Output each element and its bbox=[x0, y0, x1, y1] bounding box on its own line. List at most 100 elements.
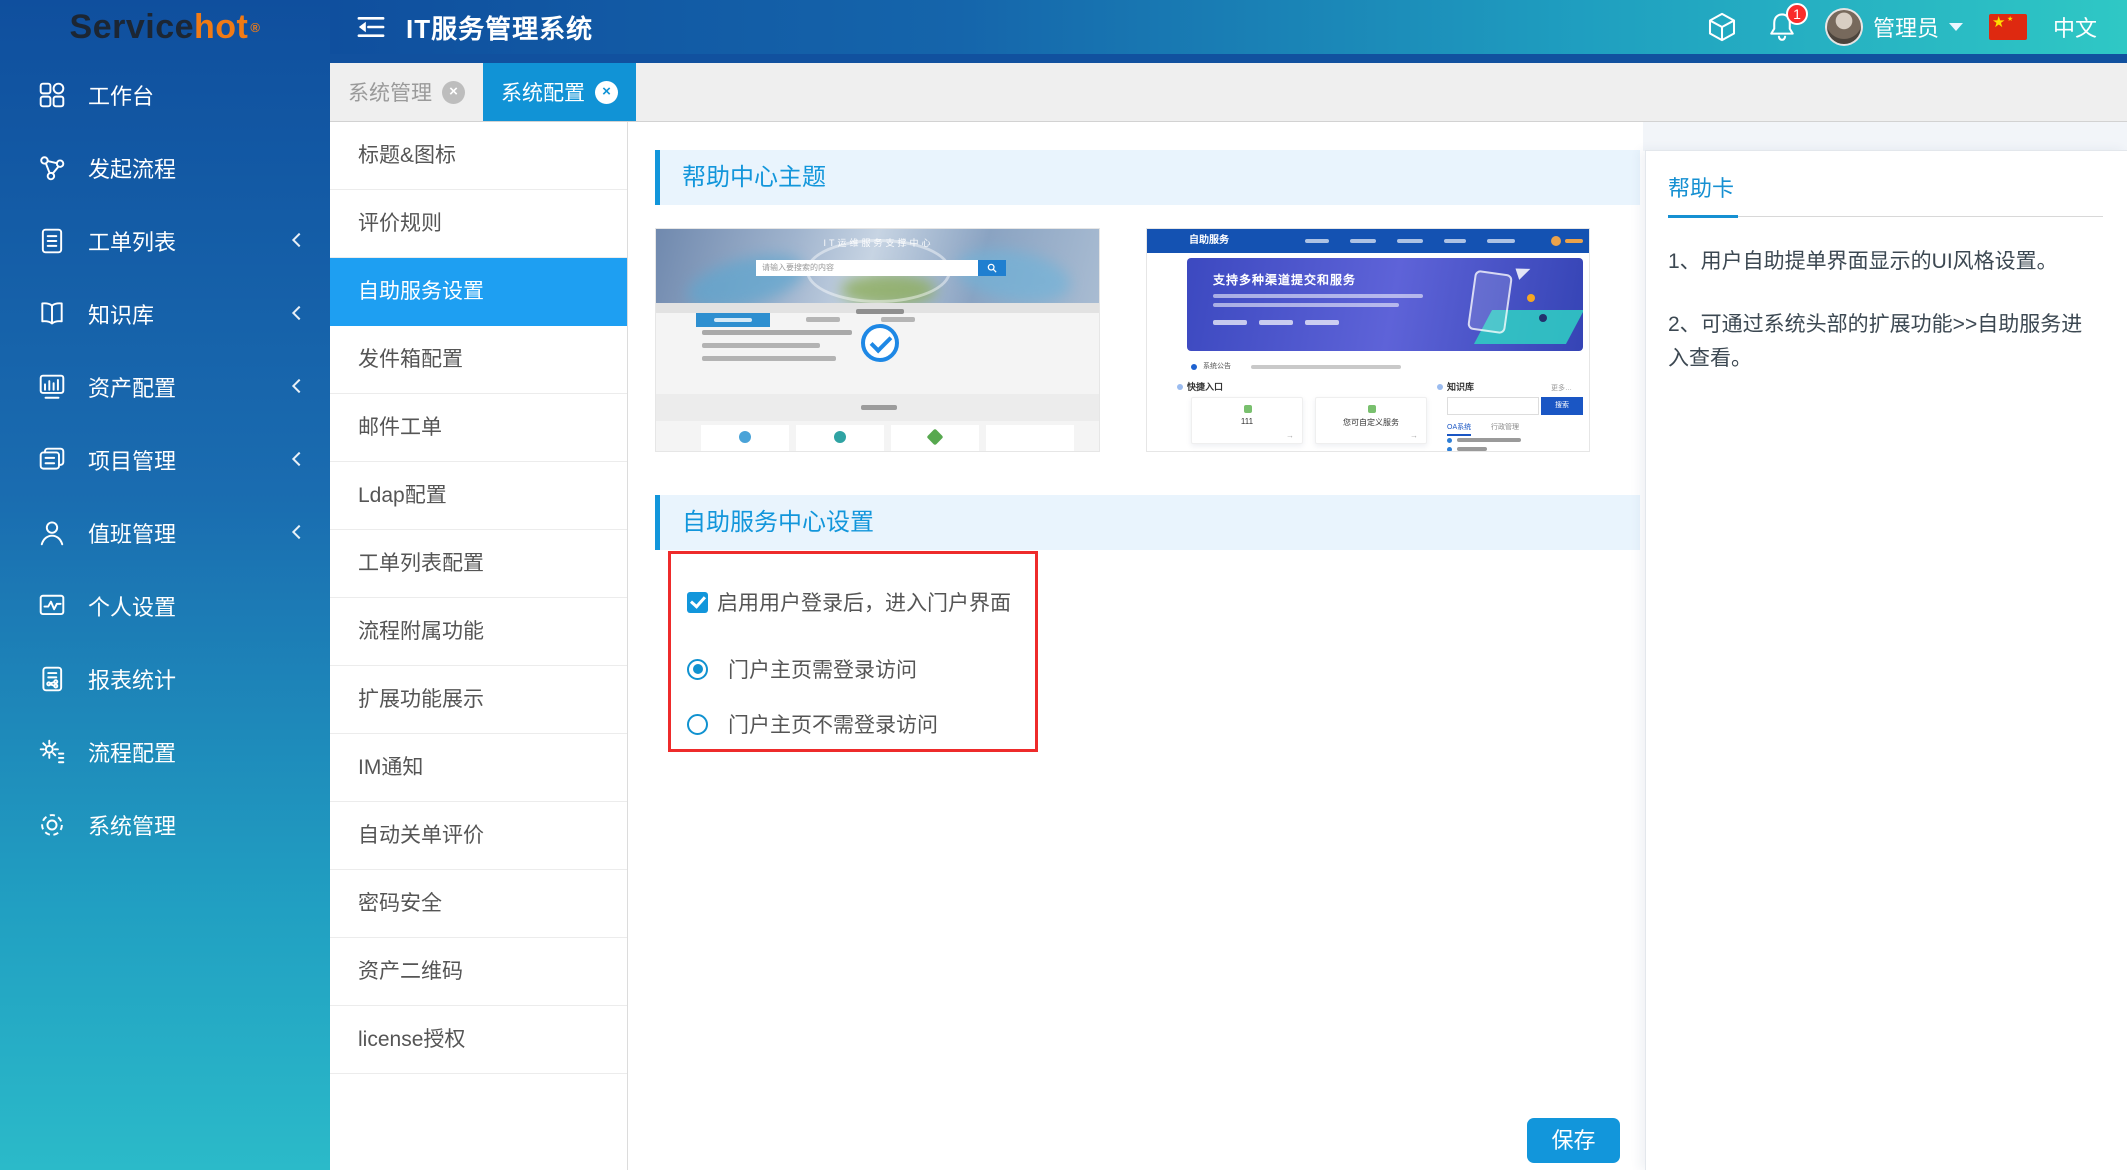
theme2-nav-bar bbox=[1487, 239, 1515, 243]
menu-item-process-addons[interactable]: 流程附属功能 bbox=[330, 598, 627, 666]
sidebar-item-workbench[interactable]: 工作台 bbox=[0, 58, 330, 131]
radio-label: 门户主页不需登录访问 bbox=[728, 709, 938, 739]
language-switch[interactable]: 中文 bbox=[2053, 11, 2097, 43]
chevron-left-icon bbox=[292, 233, 306, 247]
tab-system-management[interactable]: 系统管理 × bbox=[330, 63, 483, 121]
radio-unselected[interactable] bbox=[687, 714, 708, 735]
sidebar-item-label: 工单列表 bbox=[88, 225, 176, 257]
section-title-self-service-settings: 自助服务中心设置 bbox=[655, 495, 1640, 550]
theme1-tab-label-bar bbox=[881, 317, 915, 322]
user-avatar[interactable] bbox=[1825, 8, 1863, 46]
person-icon bbox=[38, 519, 66, 547]
theme2-quick-card: 111 → bbox=[1191, 397, 1303, 444]
theme2-banner-title: 支持多种渠道提交和服务 bbox=[1213, 271, 1356, 288]
theme1-service-card bbox=[796, 425, 884, 452]
tab-system-config[interactable]: 系统配置 × bbox=[483, 63, 636, 121]
theme1-service-card bbox=[701, 425, 789, 452]
report-icon bbox=[38, 665, 66, 693]
menu-item-title-icon[interactable]: 标题&图标 bbox=[330, 122, 627, 190]
sidebar-item-knowledge-base[interactable]: 知识库 bbox=[0, 277, 330, 350]
theme2-quick-card: 您可自定义服务 → bbox=[1315, 397, 1427, 444]
sidebar-item-start-flow[interactable]: 发起流程 bbox=[0, 131, 330, 204]
banner-desc-bar bbox=[1213, 294, 1423, 298]
section-title-help-center-theme: 帮助中心主题 bbox=[655, 150, 1640, 205]
theme2-kb-tab-oa: OA系统 bbox=[1447, 422, 1471, 436]
close-icon[interactable]: × bbox=[595, 81, 618, 104]
sidebar-item-process-config[interactable]: 流程配置 bbox=[0, 715, 330, 788]
menu-item-ticket-list-config[interactable]: 工单列表配置 bbox=[330, 530, 627, 598]
kb-list-bar bbox=[1457, 438, 1521, 442]
theme1-bullet-bar bbox=[702, 343, 820, 348]
card-label: 111 bbox=[1192, 417, 1302, 426]
theme2-username-bar bbox=[1565, 239, 1583, 243]
theme2-banner: 支持多种渠道提交和服务 bbox=[1187, 258, 1583, 351]
service-card-icon bbox=[739, 431, 751, 443]
caret-down-icon bbox=[1949, 23, 1963, 31]
chevron-left-icon bbox=[292, 306, 306, 320]
sidebar-item-asset-config[interactable]: 资产配置 bbox=[0, 350, 330, 423]
notification-badge: 1 bbox=[1786, 3, 1808, 25]
logo-text-service: Service bbox=[70, 8, 195, 47]
theme2-kb-tab-admin: 行政管理 bbox=[1491, 422, 1519, 432]
save-button[interactable]: 保存 bbox=[1527, 1118, 1620, 1163]
theme1-active-tab bbox=[696, 313, 770, 327]
menu-item-outbox-config[interactable]: 发件箱配置 bbox=[330, 326, 627, 394]
sidebar-item-report-stats[interactable]: 报表统计 bbox=[0, 642, 330, 715]
theme2-kb-search-button: 搜索 bbox=[1541, 397, 1583, 415]
menu-item-asset-qrcode[interactable]: 资产二维码 bbox=[330, 938, 627, 1006]
theme2-nav-bar bbox=[1444, 239, 1466, 243]
sidebar-item-project-mgmt[interactable]: 项目管理 bbox=[0, 423, 330, 496]
banner-bullet-bar bbox=[1305, 320, 1339, 325]
kb-list-bar bbox=[1457, 447, 1487, 451]
theme1-service-card bbox=[891, 425, 979, 452]
arrow-icon: → bbox=[1286, 431, 1294, 440]
menu-item-extension-display[interactable]: 扩展功能展示 bbox=[330, 666, 627, 734]
theme-thumbnail-portal[interactable]: 自助服务 支持多种渠道提交和服务 系统公告 快捷入口 bbox=[1146, 228, 1590, 452]
user-name: 管理员 bbox=[1873, 11, 1939, 43]
panel-top-gap bbox=[1643, 122, 2127, 151]
sidebar-item-ticket-list[interactable]: 工单列表 bbox=[0, 204, 330, 277]
banner-bullet-bar bbox=[1213, 320, 1247, 325]
sidebar-item-system-mgmt[interactable]: 系统管理 bbox=[0, 788, 330, 861]
checkbox-checked[interactable] bbox=[687, 592, 708, 613]
menu-item-self-service-settings[interactable]: 自助服务设置 bbox=[330, 258, 627, 326]
sidebar-item-label: 系统管理 bbox=[88, 809, 176, 841]
menu-item-mail-ticket[interactable]: 邮件工单 bbox=[330, 394, 627, 462]
menu-item-password-security[interactable]: 密码安全 bbox=[330, 870, 627, 938]
portal-login-required-row: 门户主页需登录访问 bbox=[687, 654, 917, 684]
bar-chart-icon bbox=[38, 373, 66, 401]
help-card-title: 帮助卡 bbox=[1668, 169, 1738, 218]
service-card-icon bbox=[834, 431, 846, 443]
china-flag-icon[interactable]: ★ ★ bbox=[1989, 14, 2027, 40]
menu-item-im-notify[interactable]: IM通知 bbox=[330, 734, 627, 802]
menu-item-ldap-config[interactable]: Ldap配置 bbox=[330, 462, 627, 530]
theme1-bullet-bar bbox=[702, 330, 852, 335]
extensions-cube-icon[interactable] bbox=[1705, 10, 1739, 44]
settings-menu: 标题&图标 评价规则 自助服务设置 发件箱配置 邮件工单 Ldap配置 工单列表… bbox=[330, 122, 628, 1170]
theme-thumbnail-classic[interactable]: IT运维服务支撑中心 请输入要搜索的内容 bbox=[655, 228, 1100, 452]
menu-item-license[interactable]: license授权 bbox=[330, 1006, 627, 1074]
flag-star: ★ bbox=[1992, 14, 2005, 31]
section-dot bbox=[1177, 384, 1183, 390]
radio-selected[interactable] bbox=[687, 659, 708, 680]
menu-item-rating-rules[interactable]: 评价规则 bbox=[330, 190, 627, 258]
menu-fold-icon[interactable] bbox=[356, 13, 388, 41]
top-header: IT服务管理系统 1 管理员 ★ ★ 中文 bbox=[330, 0, 2127, 54]
sidebar-item-duty-mgmt[interactable]: 值班管理 bbox=[0, 496, 330, 569]
theme1-tab-label-bar bbox=[806, 317, 840, 322]
theme2-nav-bar bbox=[1350, 239, 1376, 243]
user-menu[interactable]: 管理员 bbox=[1825, 8, 1963, 46]
flag-star-small: ★ bbox=[2007, 15, 2013, 23]
notification-bell-icon[interactable]: 1 bbox=[1765, 10, 1799, 44]
enable-portal-checkbox-row: 启用用户登录后，进入门户界面 bbox=[687, 587, 1011, 617]
sidebar-item-personal-settings[interactable]: 个人设置 bbox=[0, 569, 330, 642]
chevron-left-icon bbox=[292, 379, 306, 393]
card-icon bbox=[1368, 405, 1376, 413]
theme2-nav-bar bbox=[1305, 239, 1329, 243]
sidebar-item-label: 值班管理 bbox=[88, 517, 176, 549]
arrow-icon: → bbox=[1410, 431, 1418, 440]
close-icon[interactable]: × bbox=[442, 81, 465, 104]
menu-item-auto-close-rating[interactable]: 自动关单评价 bbox=[330, 802, 627, 870]
logo-text-hot: hot bbox=[194, 8, 248, 47]
page-title: IT服务管理系统 bbox=[406, 9, 593, 46]
